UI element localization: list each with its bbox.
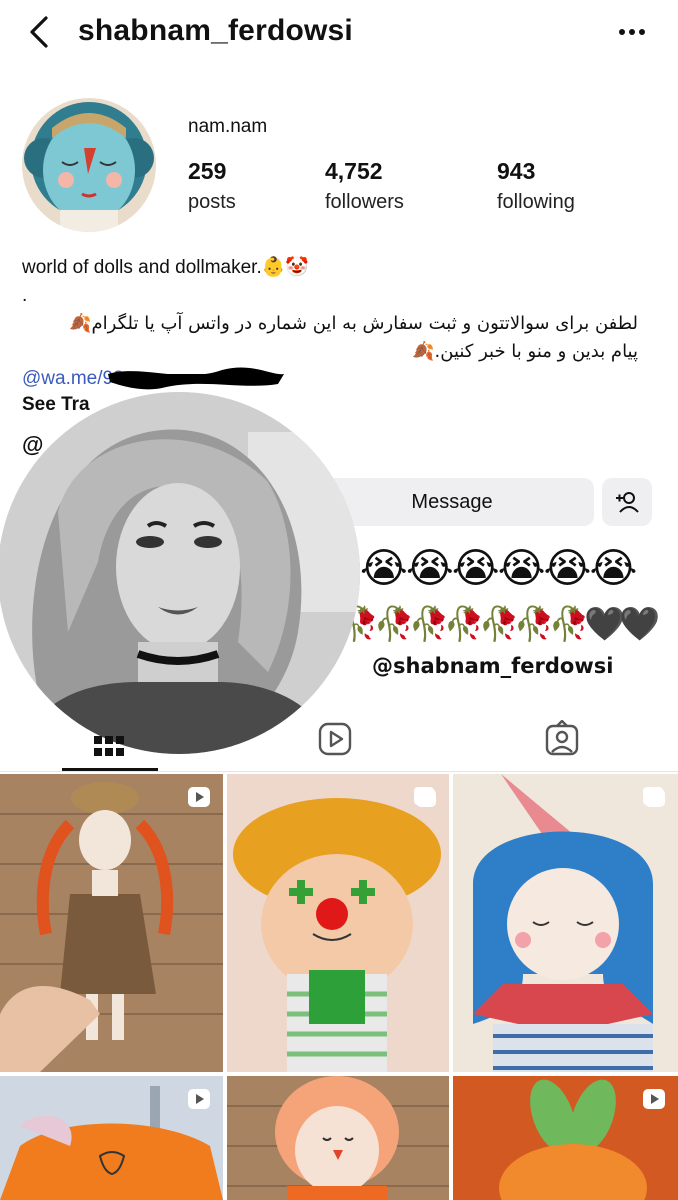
profile-avatar[interactable] xyxy=(22,98,156,232)
followers-count: 4,752 xyxy=(325,158,383,184)
message-button[interactable]: Message xyxy=(310,478,594,526)
posts-label: posts xyxy=(188,191,236,213)
grid-post-5[interactable] xyxy=(227,1076,449,1200)
reel-badge-icon xyxy=(188,1089,210,1109)
bio-line-persian-1: لطفن برای سوالاتتون و ثبت سفارش به این ش… xyxy=(69,313,638,334)
back-arrow-icon[interactable] xyxy=(26,14,56,50)
grid-post-3[interactable] xyxy=(453,774,678,1072)
handle-sticker: @shabnam_ferdowsi xyxy=(372,654,614,678)
profile-username: shabnam_ferdowsi xyxy=(78,14,353,47)
add-person-icon xyxy=(616,492,639,513)
message-button-label: Message xyxy=(411,490,493,513)
following-label: following xyxy=(497,191,575,213)
reel-badge-icon xyxy=(643,1089,665,1109)
portrait-photo-sticker xyxy=(0,392,360,754)
grid-post-6[interactable] xyxy=(453,1076,678,1200)
redaction-scribble xyxy=(108,367,284,390)
see-translation-link[interactable]: See Tra xyxy=(22,394,90,416)
reel-badge-icon xyxy=(188,787,210,807)
crying-emoji-row: 😭😭😭😭😭😭😭 xyxy=(314,544,637,592)
grid-icon[interactable] xyxy=(94,736,124,760)
threads-icon[interactable]: @ xyxy=(22,432,43,458)
more-options-icon[interactable] xyxy=(616,22,648,42)
bio-dot: . xyxy=(22,285,28,306)
display-name: nam.nam xyxy=(188,116,268,137)
followers-stat[interactable]: 4,752 followers xyxy=(325,158,404,214)
tagged-icon[interactable] xyxy=(544,720,580,756)
followers-label: followers xyxy=(325,191,404,213)
suggest-people-button[interactable] xyxy=(602,478,652,526)
posts-count: 259 xyxy=(188,158,227,184)
grid-post-2[interactable] xyxy=(227,774,449,1072)
posts-stat[interactable]: 259 posts xyxy=(188,158,236,214)
grid-post-1[interactable] xyxy=(0,774,223,1072)
bio-line-english: world of dolls and dollmaker.👶🤡 xyxy=(22,257,310,278)
following-stat[interactable]: 943 following xyxy=(497,158,575,214)
carousel-badge-icon xyxy=(414,787,436,807)
grid-post-4[interactable] xyxy=(0,1076,223,1200)
tab-divider xyxy=(0,771,678,772)
profile-header: shabnam_ferdowsi xyxy=(0,0,678,66)
reels-icon[interactable] xyxy=(318,722,352,756)
following-count: 943 xyxy=(497,158,536,184)
carousel-badge-icon xyxy=(643,787,665,807)
